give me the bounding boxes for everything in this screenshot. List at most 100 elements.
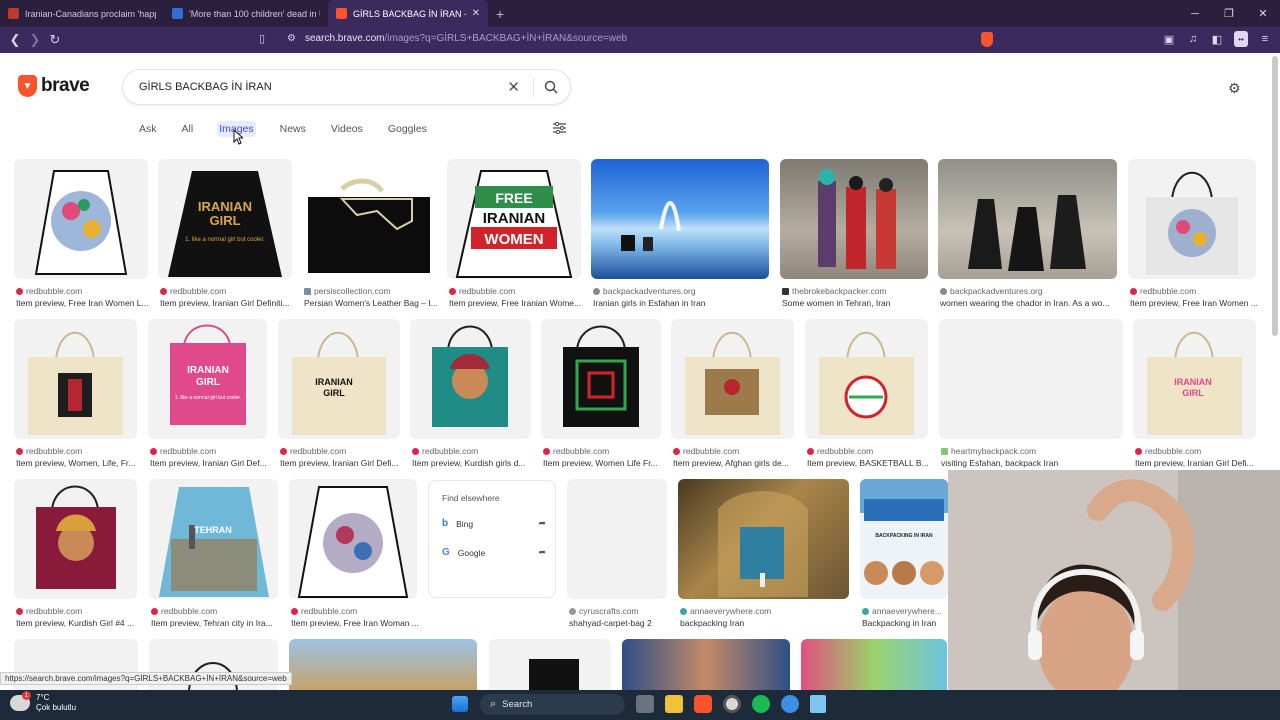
result-caption[interactable]: Item preview, Afghan girls de... [673,458,797,468]
reader-mode-icon[interactable]: ▣ [1162,31,1176,47]
result-thumbnail[interactable] [567,479,667,599]
result-thumbnail[interactable] [289,639,477,690]
result-source[interactable]: redbubble.com [16,286,82,296]
result-source[interactable]: redbubble.com [673,446,739,456]
result-thumbnail[interactable]: IRANIAN GIRL 1. like a normal girl but coo… [158,159,292,279]
image-result[interactable]: redbubble.com Item preview, Kurdish girl… [410,319,531,469]
tab-all[interactable]: All [181,121,195,137]
image-result[interactable]: backpackadventures.org Iranian girls in … [591,159,769,309]
result-caption[interactable]: Item preview, Women Life Fr... [543,458,663,468]
browser-tab[interactable]: Iranian-Canadians proclaim 'happies [0,0,164,27]
bing-link[interactable]: b Bing ➦ [442,518,546,529]
result-source[interactable]: annaeverywhere... [862,606,942,616]
brave-logo[interactable]: ▼ brave [18,75,90,97]
image-result[interactable]: redbubble.com Item preview, Women Life F… [541,319,661,469]
result-thumbnail[interactable] [302,159,436,279]
result-source[interactable]: redbubble.com [543,446,609,456]
image-result[interactable]: redbubble.com Item preview, Women, Life,… [14,319,138,469]
result-source[interactable]: redbubble.com [412,446,478,456]
back-icon[interactable]: ❮ [5,30,25,50]
tab-news[interactable]: News [279,121,307,137]
result-source[interactable]: redbubble.com [280,446,346,456]
result-caption[interactable]: Item preview, Kurdish girls d... [412,458,533,468]
file-explorer-icon[interactable] [665,695,683,713]
reload-icon[interactable]: ↻ [45,30,65,50]
result-thumbnail[interactable] [938,159,1117,279]
result-thumbnail[interactable]: FREE IRANIAN WOMEN [447,159,581,279]
browser-tab[interactable]: 'More than 100 children' dead in US [164,0,328,27]
scrollbar[interactable] [1272,56,1278,336]
notepad-icon[interactable] [810,695,826,713]
result-caption[interactable]: Iranian girls in Esfahan in Iran [593,298,773,308]
result-source[interactable]: heartmybackpack.com [941,446,1036,456]
image-result[interactable]: IRANIAN GIRL 1. like a normal girl but coo… [148,319,268,469]
brave-app-icon[interactable] [694,695,712,713]
result-thumbnail[interactable] [489,639,611,690]
site-info-icon[interactable]: ⚙ [287,33,296,44]
result-source[interactable]: cyruscrafts.com [569,606,639,616]
tab-videos[interactable]: Videos [330,121,364,137]
result-source[interactable]: redbubble.com [291,606,357,616]
result-caption[interactable]: Item preview, Iranian Girl Def... [150,458,270,468]
result-thumbnail[interactable]: IRANIAN GIRL [1133,319,1256,439]
taskbar-search[interactable]: ⌕ Search [480,694,625,715]
result-source[interactable]: redbubble.com [807,446,873,456]
result-source[interactable]: annaeverywhere.com [680,606,771,616]
result-caption[interactable]: Some women in Tehran, Iran [782,298,932,308]
image-result[interactable]: heartmybackpack.com visiting Esfahan, ba… [939,319,1123,469]
image-result[interactable]: redbubble.com Item preview, Free Iran Wo… [14,159,149,309]
result-caption[interactable]: Item preview, Tehran city in Ira... [151,618,281,628]
search-box[interactable]: GİRLS BACKBAG İN İRAN ✕ [122,69,571,105]
result-thumbnail[interactable] [591,159,769,279]
result-thumbnail[interactable] [14,319,137,439]
result-caption[interactable]: Item preview, Iranian Girl Defi... [1135,458,1259,468]
image-result[interactable]: TEHRAN redbubble.com Item preview, Tehra… [149,479,279,629]
result-source[interactable]: redbubble.com [16,446,82,456]
result-thumbnail[interactable] [939,319,1123,439]
result-thumbnail[interactable]: IRANIAN GIRL 1. like a normal girl but coo… [148,319,267,439]
url-field[interactable]: search.brave.com/images?q=GİRLS+BACKBAG+… [305,33,627,44]
image-result[interactable]: backpackadventures.org women wearing the… [938,159,1117,309]
result-thumbnail[interactable] [801,639,947,690]
image-result[interactable]: redbubble.com Item preview, BASKETBALL B… [805,319,929,469]
result-caption[interactable]: Item preview, Kurdish Girl #4 ... [16,618,140,628]
result-caption[interactable]: Persian Women's Leather Bag – I... [304,298,444,308]
result-caption[interactable]: Item preview, Women, Life, Fr... [16,458,140,468]
result-thumbnail[interactable] [780,159,928,279]
result-thumbnail[interactable] [541,319,661,439]
clear-icon[interactable]: ✕ [507,78,520,96]
settings-gear-icon[interactable]: ⚙ [1228,80,1241,97]
image-result[interactable]: IRANIAN GIRL 1. like a normal girl but coo… [158,159,292,309]
media-icon[interactable]: ♫ [1186,31,1200,47]
image-result[interactable]: thebrokebackpacker.com Some women in Teh… [780,159,928,309]
filters-icon[interactable] [553,122,566,134]
bookmark-icon[interactable]: ▯ [259,32,265,45]
result-thumbnail[interactable] [14,159,148,279]
new-tab-icon[interactable]: + [496,6,504,22]
result-caption[interactable]: Backpacking in Iran [862,618,950,628]
result-caption[interactable]: Item preview, Free Iran Women L... [16,298,156,308]
image-result[interactable]: annaeverywhere.com backpacking Iran [678,479,850,629]
result-source[interactable]: redbubble.com [151,606,217,616]
image-result[interactable]: redbubble.com Item preview, Free Iran Wo… [289,479,420,629]
browser-globe-icon[interactable] [781,695,799,713]
result-thumbnail[interactable] [289,479,417,599]
result-source[interactable]: redbubble.com [16,606,82,616]
forward-icon[interactable]: ❯ [25,30,45,50]
result-thumbnail[interactable] [1128,159,1256,279]
result-caption[interactable]: Item preview, Free Iran Woman ... [291,618,420,628]
result-caption[interactable]: shahyad-carpet-bag 2 [569,618,669,628]
image-result[interactable]: redbubble.com Item preview, Free Iran Wo… [1128,159,1258,309]
spotify-icon[interactable] [752,695,770,713]
menu-icon[interactable]: ≡ [1258,31,1272,47]
result-thumbnail[interactable] [678,479,849,599]
close-tab-icon[interactable]: ✕ [472,8,480,19]
sidebar-icon[interactable]: ◧ [1210,31,1224,47]
chrome-icon[interactable] [723,695,741,713]
image-result[interactable]: IRANIAN GIRL redbubble.com Item preview, … [278,319,400,469]
result-thumbnail[interactable]: TEHRAN [149,479,278,599]
result-source[interactable]: redbubble.com [1130,286,1196,296]
tab-goggles[interactable]: Goggles [387,121,428,137]
result-caption[interactable]: backpacking Iran [680,618,852,628]
vpn-icon[interactable]: •• [1234,31,1248,47]
